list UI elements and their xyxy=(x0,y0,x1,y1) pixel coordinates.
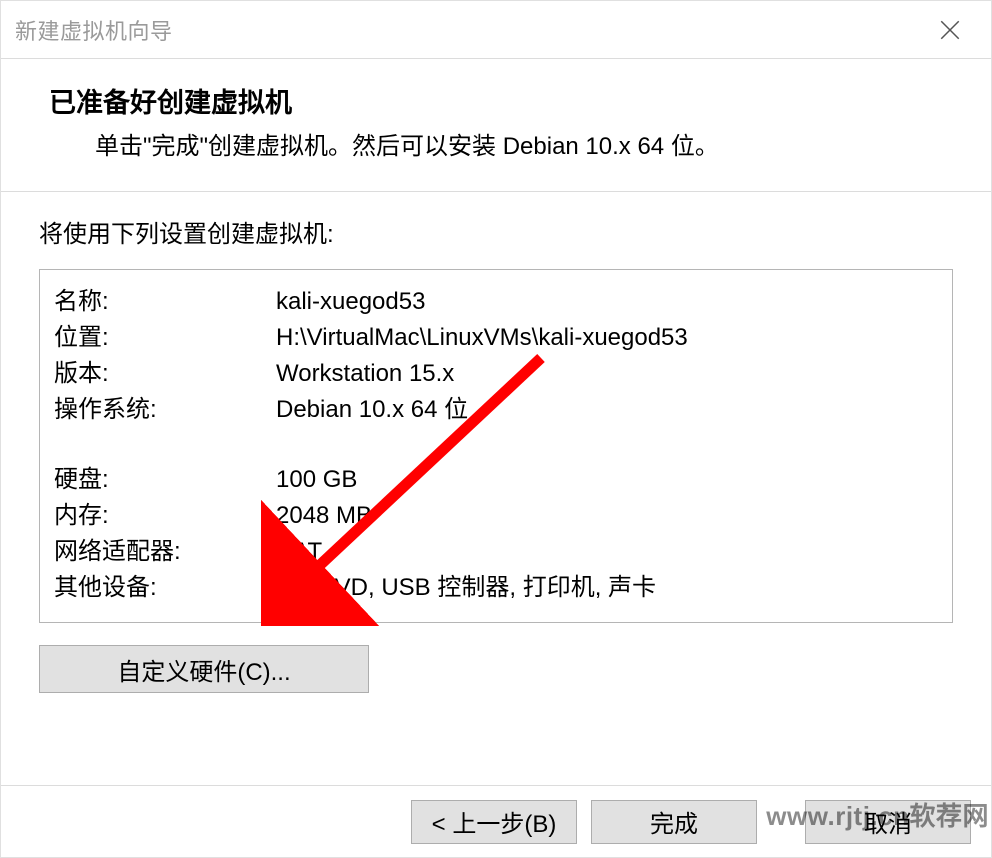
setting-value: 100 GB xyxy=(276,462,936,498)
finish-button[interactable]: 完成 xyxy=(591,800,757,844)
settings-box: 名称: kali-xuegod53 位置: H:\VirtualMac\Linu… xyxy=(39,269,953,623)
setting-row-disk: 硬盘: 100 GB xyxy=(40,462,952,498)
setting-value: Debian 10.x 64 位 xyxy=(276,392,936,428)
window-title: 新建虚拟机向导 xyxy=(15,14,173,46)
setting-row-os: 操作系统: Debian 10.x 64 位 xyxy=(40,392,952,428)
setting-value: Workstation 15.x xyxy=(276,356,936,392)
setting-label: 硬盘: xyxy=(54,462,276,498)
setting-label: 位置: xyxy=(54,320,276,356)
back-button[interactable]: < 上一步(B) xyxy=(411,800,577,844)
close-button[interactable] xyxy=(927,7,973,53)
customize-hardware-button[interactable]: 自定义硬件(C)... xyxy=(39,645,369,693)
close-icon xyxy=(940,20,960,40)
header-block: 已准备好创建虚拟机 单击"完成"创建虚拟机。然后可以安装 Debian 10.x… xyxy=(1,59,991,191)
setting-value: CD/DVD, USB 控制器, 打印机, 声卡 xyxy=(276,570,936,606)
titlebar: 新建虚拟机向导 xyxy=(1,1,991,59)
wizard-window: 新建虚拟机向导 已准备好创建虚拟机 单击"完成"创建虚拟机。然后可以安装 Deb… xyxy=(0,0,992,858)
cancel-button[interactable]: 取消 xyxy=(805,800,971,844)
page-heading: 已准备好创建虚拟机 xyxy=(49,81,951,120)
setting-value: H:\VirtualMac\LinuxVMs\kali-xuegod53 xyxy=(276,320,936,356)
setting-label: 操作系统: xyxy=(54,392,276,428)
setting-row-version: 版本: Workstation 15.x xyxy=(40,356,952,392)
setting-gap xyxy=(40,428,952,462)
setting-row-name: 名称: kali-xuegod53 xyxy=(40,284,952,320)
setting-label: 版本: xyxy=(54,356,276,392)
setting-value: kali-xuegod53 xyxy=(276,284,936,320)
setting-label: 网络适配器: xyxy=(54,534,276,570)
setting-value: NAT xyxy=(276,534,936,570)
setting-row-network: 网络适配器: NAT xyxy=(40,534,952,570)
page-subtitle: 单击"完成"创建虚拟机。然后可以安装 Debian 10.x 64 位。 xyxy=(95,126,951,161)
body-block: 将使用下列设置创建虚拟机: 名称: kali-xuegod53 位置: H:\V… xyxy=(1,192,991,631)
setting-value: 2048 MB xyxy=(276,498,936,534)
setting-label: 内存: xyxy=(54,498,276,534)
setting-label: 其他设备: xyxy=(54,570,276,606)
setting-row-other: 其他设备: CD/DVD, USB 控制器, 打印机, 声卡 xyxy=(40,570,952,606)
customize-wrap: 自定义硬件(C)... xyxy=(1,631,991,707)
setting-row-location: 位置: H:\VirtualMac\LinuxVMs\kali-xuegod53 xyxy=(40,320,952,356)
setting-row-memory: 内存: 2048 MB xyxy=(40,498,952,534)
settings-intro: 将使用下列设置创建虚拟机: xyxy=(39,214,953,249)
footer: < 上一步(B) 完成 取消 xyxy=(1,785,991,857)
setting-label: 名称: xyxy=(54,284,276,320)
